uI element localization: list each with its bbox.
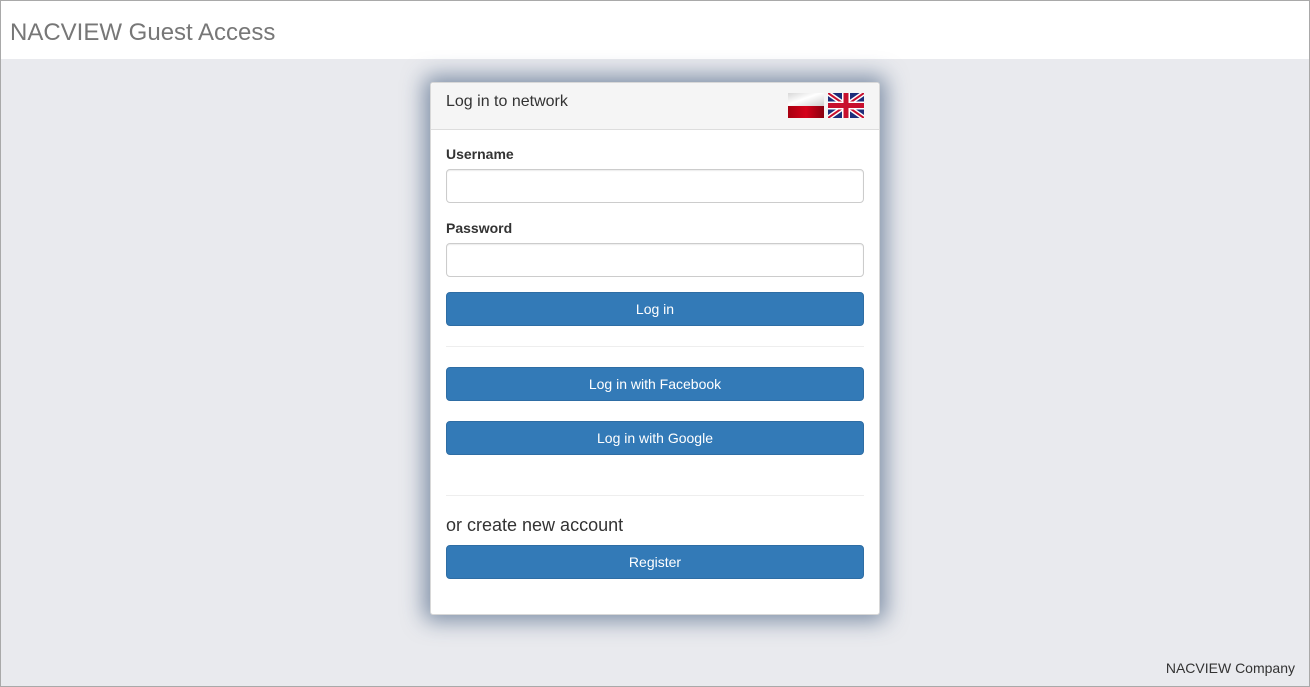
flag-gb-icon[interactable] [828, 93, 864, 118]
password-input[interactable] [446, 243, 864, 277]
login-panel: Log in to network Username Password Log … [430, 82, 880, 615]
login-button[interactable]: Log in [446, 292, 864, 326]
divider [446, 346, 864, 347]
flag-pl-icon[interactable] [788, 93, 824, 118]
google-login-button[interactable]: Log in with Google [446, 421, 864, 455]
register-button[interactable]: Register [446, 545, 864, 579]
divider [446, 495, 864, 496]
footer-company: NACVIEW Company [1165, 660, 1295, 676]
create-account-heading: or create new account [446, 515, 624, 535]
language-switcher [788, 93, 864, 118]
username-input[interactable] [446, 169, 864, 203]
top-bar: NACVIEW Guest Access [1, 1, 1309, 59]
login-panel-heading: Log in to network [431, 83, 879, 130]
username-label: Username [446, 146, 514, 162]
facebook-login-button[interactable]: Log in with Facebook [446, 367, 864, 401]
panel-title: Log in to network [446, 93, 568, 110]
password-label: Password [446, 220, 513, 236]
app-title: NACVIEW Guest Access [10, 19, 276, 46]
